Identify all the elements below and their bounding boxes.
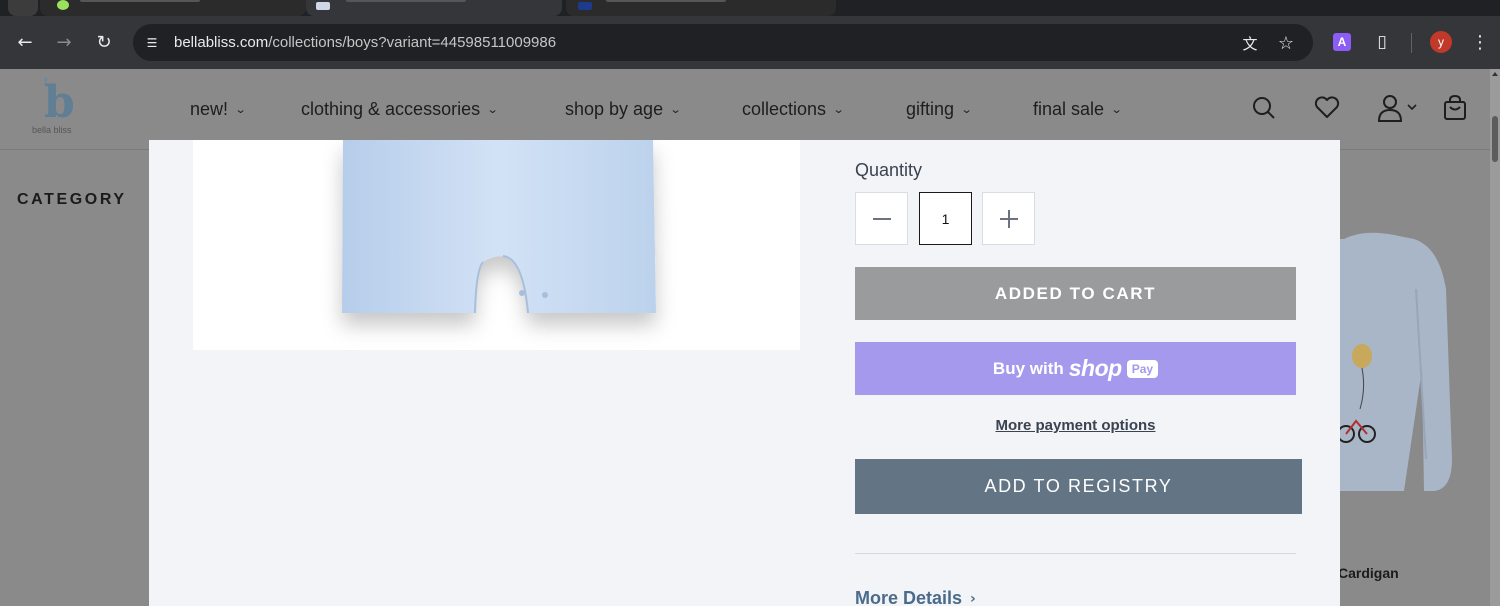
nav-shop-by-age[interactable]: shop by age ⌄ xyxy=(565,99,682,120)
tab-strip xyxy=(0,0,1500,16)
wishlist-heart-icon[interactable] xyxy=(1312,93,1342,123)
tab-favicon-icon xyxy=(316,2,330,10)
cart-bag-icon[interactable] xyxy=(1440,93,1470,123)
more-details-label: More Details xyxy=(855,588,963,606)
plus-icon-vertical xyxy=(1007,209,1010,228)
tab-search-button[interactable] xyxy=(8,0,38,16)
tab-favicon-icon xyxy=(578,2,592,10)
tab-title xyxy=(80,0,200,2)
romper-image xyxy=(342,140,656,314)
browser-menu-icon[interactable]: ⋮ xyxy=(1470,29,1490,55)
page-scrollbar[interactable] xyxy=(1490,69,1500,606)
shop-pay-buy-with: Buy with xyxy=(992,358,1064,378)
product-image xyxy=(193,140,800,350)
tab-active[interactable] xyxy=(306,0,562,16)
tab-1[interactable] xyxy=(40,0,306,16)
nav-label: final sale xyxy=(1033,99,1105,119)
bookmark-star-icon[interactable]: ☆ xyxy=(1275,32,1297,54)
site-header: b bella bliss new! ⌄ clothing & accessori… xyxy=(0,69,1490,150)
more-details-link[interactable]: More Details › xyxy=(855,588,976,606)
extensions-puzzle-icon[interactable]: ▯ xyxy=(1370,30,1394,54)
tab-3[interactable] xyxy=(566,0,836,16)
url-path: /collections/boys?variant=44598511009986 xyxy=(268,34,557,51)
added-to-cart-button[interactable]: ADDED TO CART xyxy=(855,267,1296,320)
quantity-input[interactable] xyxy=(919,192,972,245)
translate-icon[interactable]: 文 xyxy=(1239,32,1261,54)
nav-label: new! xyxy=(190,99,229,119)
nav-label: collections xyxy=(742,99,827,119)
nav-collections[interactable]: collections ⌄ xyxy=(742,99,845,120)
search-icon[interactable] xyxy=(1249,93,1279,123)
account-icon[interactable] xyxy=(1376,93,1422,123)
nav-final-sale[interactable]: final sale ⌄ xyxy=(1033,99,1123,120)
browser-toolbar: ← → ↻ ☰ bellabliss.com/collections/boys?… xyxy=(0,16,1500,69)
cardigan-image xyxy=(1334,232,1452,491)
logo-text: bella bliss xyxy=(32,125,72,135)
nav-clothing-accessories[interactable]: clothing & accessories ⌄ xyxy=(301,99,499,120)
tab-title xyxy=(606,0,726,2)
shop-logo: shop xyxy=(1068,355,1122,381)
nav-gifting[interactable]: gifting ⌄ xyxy=(906,99,973,120)
forward-arrow-icon[interactable]: → xyxy=(51,29,77,55)
quantity-increase-button[interactable] xyxy=(982,192,1035,245)
category-heading: CATEGORY xyxy=(17,191,127,208)
nav-label: shop by age xyxy=(565,99,664,119)
logo-letter-b: b xyxy=(44,77,75,128)
reload-icon[interactable]: ↻ xyxy=(91,29,117,55)
site-info-icon[interactable]: ☰ xyxy=(142,33,162,53)
tab-favicon-icon xyxy=(57,0,69,10)
chevron-down-icon: ⌄ xyxy=(669,103,682,116)
product-card-title[interactable]: Cardigan xyxy=(1338,565,1399,581)
scrollbar-thumb[interactable] xyxy=(1492,116,1498,162)
chevron-down-icon: ⌄ xyxy=(1110,103,1123,116)
buy-with-shop-pay-button[interactable]: Buy with shop Pay xyxy=(855,342,1296,395)
toolbar-divider xyxy=(1411,33,1412,53)
address-bar[interactable]: ☰ bellabliss.com/collections/boys?varian… xyxy=(133,24,1313,61)
chevron-right-icon: › xyxy=(970,590,976,606)
scroll-up-arrow-icon[interactable] xyxy=(1492,72,1498,76)
nav-new[interactable]: new! ⌄ xyxy=(190,99,247,120)
back-arrow-icon[interactable]: ← xyxy=(12,29,38,55)
quantity-label: Quantity xyxy=(855,160,923,180)
quantity-decrease-button[interactable] xyxy=(855,192,908,245)
chevron-down-icon: ⌄ xyxy=(486,103,499,116)
url-host: bellabliss.com xyxy=(174,34,269,51)
product-quick-view-modal: Quantity ADDED TO CART Buy with shop Pay… xyxy=(149,140,1340,606)
extension-a-icon[interactable]: A xyxy=(1333,33,1351,51)
more-payment-options-link[interactable]: More payment options xyxy=(855,417,1296,434)
tab-title xyxy=(346,0,466,2)
shop-pay-badge: Pay xyxy=(1126,359,1159,378)
section-divider xyxy=(855,553,1296,554)
product-card-cardigan[interactable] xyxy=(1334,229,1484,509)
minus-icon xyxy=(872,217,891,220)
url-text[interactable]: bellabliss.com/collections/boys?variant=… xyxy=(174,34,556,51)
site-logo[interactable]: b bella bliss xyxy=(30,75,90,141)
nav-label: gifting xyxy=(906,99,955,119)
add-to-registry-button[interactable]: ADD TO REGISTRY xyxy=(855,459,1302,514)
chevron-down-icon: ⌄ xyxy=(234,103,247,116)
chevron-down-icon: ⌄ xyxy=(960,103,973,116)
chevron-down-icon: ⌄ xyxy=(832,103,845,116)
nav-label: clothing & accessories xyxy=(301,99,481,119)
profile-avatar[interactable]: y xyxy=(1430,31,1452,53)
